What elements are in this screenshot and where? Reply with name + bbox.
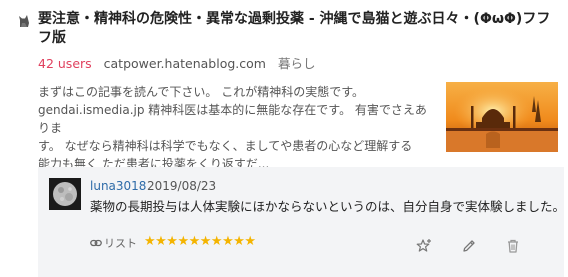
comment-text: 薬物の長期投与は人体実験にほかならないというのは、自分自身で実体験しました。 (90, 199, 566, 214)
link-icon (90, 239, 102, 247)
entry-category[interactable]: 暮らし (278, 56, 316, 71)
cat-favicon-icon (19, 15, 29, 27)
star-rating[interactable]: ★★★★★★★★★★ (144, 234, 256, 250)
entry-title[interactable]: 要注意・精神科の危険性・異常な過剰投薬 - 沖縄で島猫と遊ぶ日々・(ΦωΦ)フフ… (38, 10, 558, 48)
list-link[interactable]: リスト (90, 236, 137, 252)
pencil-icon[interactable] (461, 238, 477, 254)
star-add-icon[interactable] (416, 238, 432, 254)
entry-meta: 42 users catpower.hatenablog.com 暮らし (38, 55, 315, 73)
entry-thumbnail[interactable] (446, 82, 558, 152)
entry-excerpt: まずはこの記事を読んで下さい。 これが精神科の実態です。 gendai.isme… (38, 85, 427, 171)
comment-date[interactable]: 2019/08/23 (147, 178, 216, 194)
entry-domain[interactable]: catpower.hatenablog.com (104, 56, 266, 71)
avatar[interactable] (49, 178, 81, 210)
trash-icon[interactable] (505, 238, 521, 254)
bookmark-users-count[interactable]: 42 users (38, 56, 92, 71)
list-label: リスト (104, 237, 137, 250)
comment-username[interactable]: luna3018 (90, 178, 146, 194)
comment-box: luna3018 2019/08/23 薬物の長期投与は人体実験にほかならないと… (38, 167, 566, 277)
